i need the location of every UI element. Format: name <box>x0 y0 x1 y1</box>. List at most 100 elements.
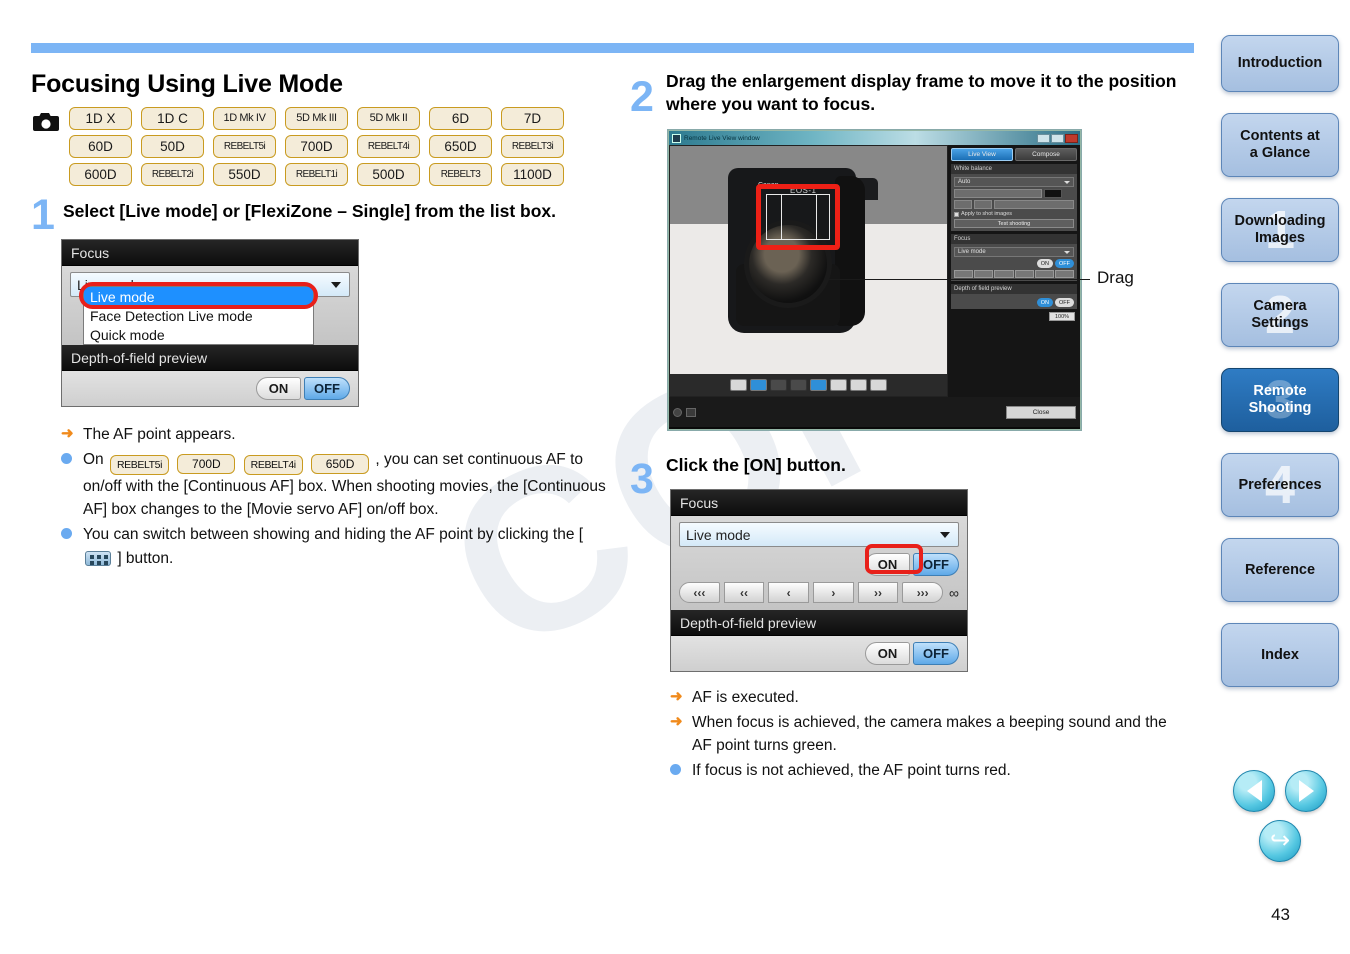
step-number: 3 <box>630 455 654 504</box>
dof-on-button[interactable]: ON <box>1036 298 1053 308</box>
next-page-icon[interactable] <box>1285 770 1327 812</box>
note-text-before: You can switch between showing and hidin… <box>83 525 584 543</box>
dropdown-option-quick-mode[interactable]: Quick mode <box>84 325 313 344</box>
test-shooting-button[interactable]: Test shooting <box>954 219 1074 229</box>
focus-far2-button[interactable] <box>974 270 994 279</box>
focus-mode-combo[interactable]: Live mode <box>679 522 959 548</box>
grid-icon[interactable] <box>810 379 827 392</box>
manual-page: COPY Focusing Using Live Mode 1D X 1D C … <box>0 0 1350 954</box>
focus-far1-button[interactable] <box>994 270 1014 279</box>
focus-near3-button[interactable]: ››› <box>902 582 944 604</box>
maximize-icon[interactable] <box>1051 133 1064 143</box>
sidebar-item-remote-shooting[interactable]: 3 Remote Shooting <box>1221 368 1339 432</box>
apply-to-shot-images-checkbox[interactable]: Apply to shot images <box>954 211 1074 217</box>
sidebar-item-contents-at-a-glance[interactable]: Contents at a Glance <box>1221 113 1339 177</box>
focus-near1-button[interactable]: › <box>813 582 854 604</box>
tab-compose[interactable]: Compose <box>1015 148 1077 162</box>
previous-page-icon[interactable] <box>1233 770 1275 812</box>
dropdown-option-live-mode[interactable]: Live mode <box>84 287 313 307</box>
checkbox-label: Apply to shot images <box>961 211 1013 218</box>
live-view-image[interactable]: Canon EOS-1 <box>669 145 948 398</box>
dot-bullet-icon <box>61 523 72 547</box>
note-item: You can switch between showing and hidin… <box>61 523 606 570</box>
histogram-icon[interactable] <box>850 379 867 392</box>
arrow-bullet-icon: ➜ <box>670 712 683 730</box>
level-icon[interactable] <box>830 379 847 392</box>
magnify-icon[interactable] <box>870 379 887 392</box>
af-off-button[interactable]: OFF <box>913 553 959 577</box>
focus-near3-button[interactable] <box>1054 270 1075 279</box>
badge-row-1: 1D X 1D C 1D Mk IV 5D Mk III 5D Mk II 6D… <box>69 107 611 130</box>
sidebar-item-reference[interactable]: Reference <box>1221 538 1339 602</box>
focus-header: Focus <box>951 234 1077 245</box>
sidebar-item-label: Index <box>1261 646 1299 663</box>
close-button[interactable]: Close <box>1006 405 1076 419</box>
page-number: 43 <box>1271 905 1290 924</box>
af-on-button[interactable]: ON <box>865 553 910 577</box>
dof-on-button[interactable]: ON <box>256 377 301 401</box>
focus-step-buttons: ‹‹‹ ‹‹ ‹ › ›› ››› ∞ <box>679 582 959 604</box>
sidebar-item-label: Preferences <box>1238 476 1322 493</box>
dof-section: Depth of field preview ON OFF <box>951 284 1077 310</box>
window-title: Remote Live View window <box>684 134 760 142</box>
focus-mode-combo[interactable]: Live mode <box>954 247 1074 258</box>
focus-far1-button[interactable]: ‹ <box>768 582 810 604</box>
focus-near1-button[interactable] <box>1014 270 1034 279</box>
sidebar-item-label: Contents at a Glance <box>1240 128 1320 161</box>
note-item: ➜ When focus is achieved, the camera mak… <box>670 711 1190 758</box>
dof-off-button[interactable]: OFF <box>1055 298 1074 308</box>
minimize-icon[interactable] <box>1037 133 1050 143</box>
white-balance-header: White balance <box>951 164 1077 175</box>
sidebar-item-downloading-images[interactable]: 1 Downloading Images <box>1221 198 1339 262</box>
focus-mode-value: Live mode <box>686 526 751 543</box>
inline-model-badge: 650D <box>311 453 370 474</box>
wb-preset-box[interactable] <box>974 200 992 210</box>
record-icon[interactable] <box>673 407 682 417</box>
note-item: ➜ AF is executed. <box>670 686 1190 710</box>
focus-on-button[interactable]: ON <box>1036 259 1053 269</box>
window-title-bar: Remote Live View window <box>669 131 1080 146</box>
tab-live-view[interactable]: Live View <box>951 148 1013 162</box>
zoom-level-badge[interactable]: 100% <box>1049 312 1075 322</box>
white-balance-combo[interactable]: Auto <box>954 177 1074 188</box>
page-navigation: ↩ <box>1220 770 1340 862</box>
focus-far3-button[interactable] <box>954 270 974 279</box>
sidebar-item-introduction[interactable]: Introduction <box>1221 35 1339 92</box>
focus-off-button[interactable]: OFF <box>1055 259 1074 269</box>
rotate-right-icon[interactable] <box>790 379 807 392</box>
sidebar-item-index[interactable]: Index <box>1221 623 1339 687</box>
sidebar-item-camera-settings[interactable]: 2 Camera Settings <box>1221 283 1339 347</box>
model-badge: 60D <box>69 135 132 158</box>
af-point-icon[interactable] <box>750 379 767 392</box>
focus-far2-button[interactable]: ‹‹ <box>723 582 765 604</box>
step-title: Click the [ON] button. <box>666 455 846 476</box>
rotate-left-icon[interactable] <box>770 379 787 392</box>
step-number: 1 <box>31 191 55 239</box>
note-text-after: ] button. <box>117 549 174 567</box>
dof-header: Depth-of-field preview <box>671 610 967 637</box>
focus-far3-button[interactable]: ‹‹‹ <box>679 582 720 604</box>
dropdown-option-face-detection[interactable]: Face Detection Live mode <box>84 306 313 325</box>
dof-off-button[interactable]: OFF <box>304 377 350 401</box>
badge-row-3: 600D REBELT2i 550D REBELT1i 500D REBELT3… <box>69 163 611 186</box>
close-icon[interactable] <box>1065 133 1078 143</box>
dof-off-button[interactable]: OFF <box>913 642 959 666</box>
go-back-icon[interactable]: ↩ <box>1259 820 1301 862</box>
settings-icon[interactable] <box>686 407 696 417</box>
camera-model-badges: 1D X 1D C 1D Mk IV 5D Mk III 5D Mk II 6D… <box>31 107 611 186</box>
model-badge: 550D <box>213 163 276 186</box>
focus-near2-button[interactable]: ›› <box>857 582 899 604</box>
model-badge: REBELT1i <box>285 163 348 186</box>
focus-mode-dropdown[interactable]: Live mode Face Detection Live mode Quick… <box>83 286 314 346</box>
page-title: Focusing Using Live Mode <box>31 70 343 98</box>
live-view-side-panel: Live View Compose White balance Auto App… <box>948 145 1080 398</box>
model-badge: REBELT4i <box>357 135 420 158</box>
step1-notes: ➜ The AF point appears. On REBELT5i 700D… <box>61 423 606 570</box>
dof-on-button[interactable]: ON <box>865 642 910 666</box>
move-icon[interactable] <box>730 379 747 392</box>
model-badge: 600D <box>69 163 132 186</box>
eyedropper-icon[interactable] <box>954 200 972 210</box>
chevron-down-icon <box>940 532 950 539</box>
sidebar-item-preferences[interactable]: 4 Preferences <box>1221 453 1339 517</box>
focus-near2-button[interactable] <box>1034 270 1054 279</box>
